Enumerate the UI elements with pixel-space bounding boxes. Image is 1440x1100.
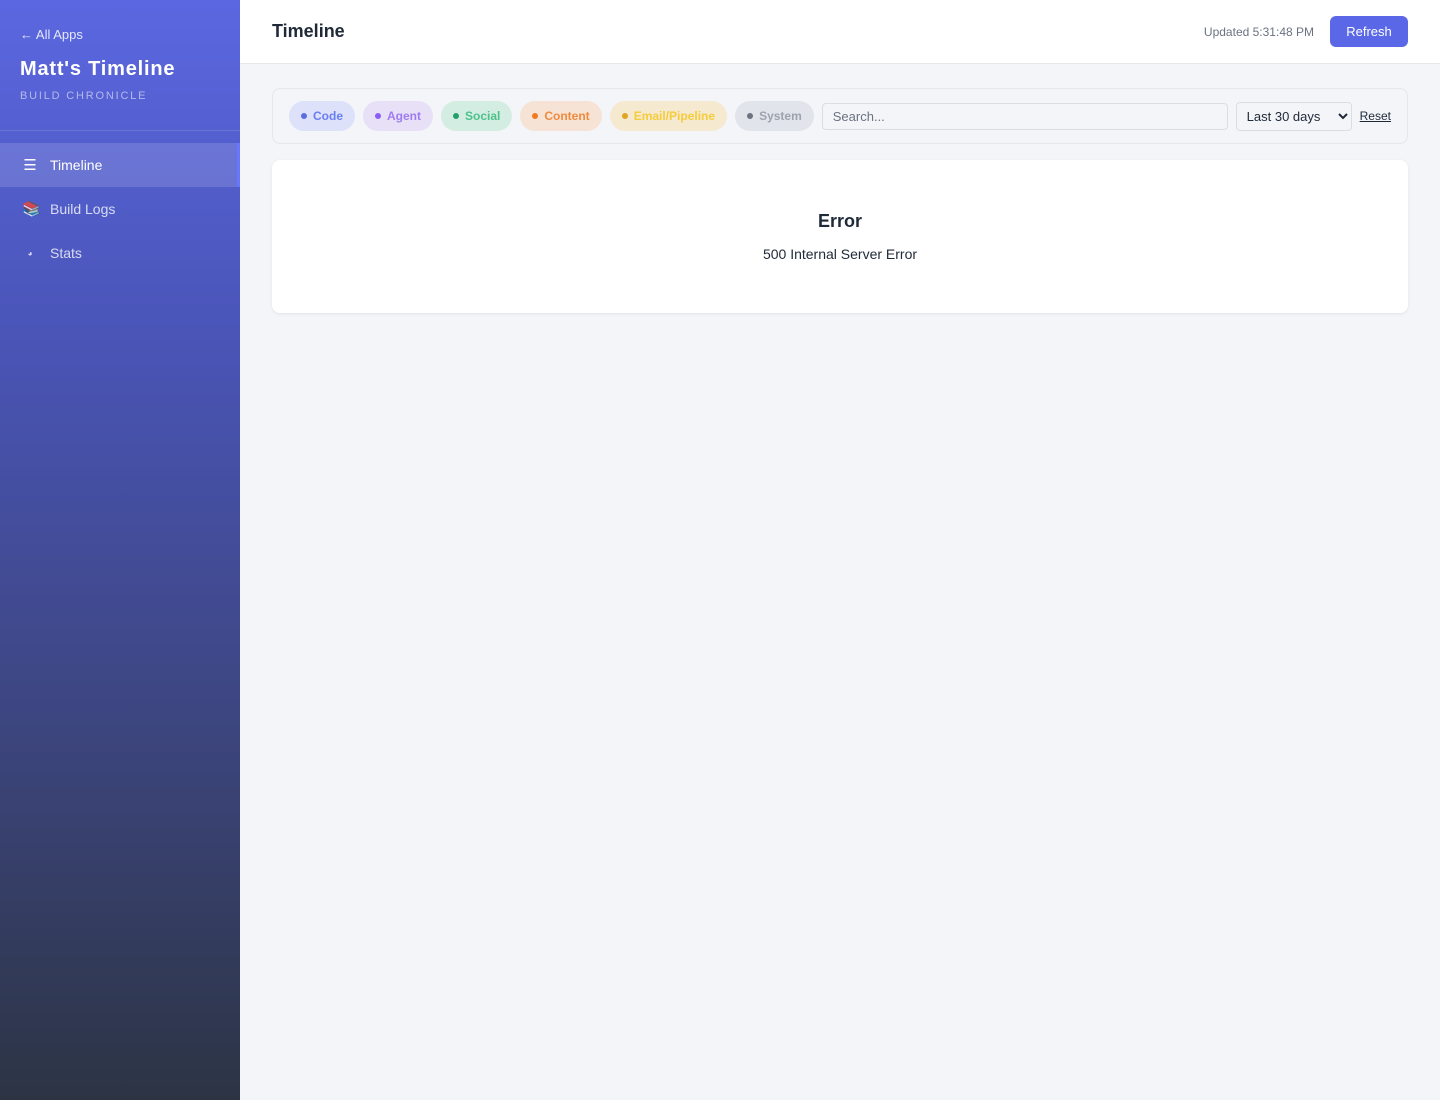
system-dot-icon: [747, 113, 754, 119]
error-message: 500 Internal Server Error: [762, 246, 918, 262]
sidebar-item-label: Timeline: [50, 157, 103, 173]
content-dot-icon: [532, 113, 539, 119]
chip-label: Agent: [387, 109, 421, 123]
filter-chip-email-pipeline[interactable]: Email/Pipeline: [609, 101, 728, 131]
app-title: Matt's Timeline: [20, 58, 176, 80]
agent-dot-icon: [375, 113, 381, 119]
page-title: Timeline: [272, 21, 345, 41]
chip-label: Code: [313, 109, 343, 123]
search-input[interactable]: [821, 102, 1228, 130]
sidebar-item-label: Build Logs: [50, 201, 116, 217]
chip-label: Content: [544, 109, 590, 123]
sidebar-item-build-logs[interactable]: 📚 Build Logs: [0, 187, 240, 231]
error-card: Error 500 Internal Server Error: [272, 160, 1408, 313]
pie-chart-icon: ◕: [27, 248, 33, 258]
code-dot-icon: [301, 113, 307, 119]
error-title: Error: [817, 211, 862, 231]
chip-label: System: [759, 109, 802, 123]
social-dot-icon: [453, 113, 459, 119]
sidebar: ← All Apps Matt's Timeline BUILD CHRONIC…: [0, 0, 240, 1100]
filter-bar: Code Agent Social Content Email/Pipeline…: [272, 88, 1408, 144]
chip-label: Email/Pipeline: [633, 109, 716, 123]
chip-label: Social: [465, 109, 501, 123]
filter-chip-agent[interactable]: Agent: [363, 101, 433, 131]
last-updated-text: Updated 5:31:48 PM: [1203, 25, 1314, 39]
books-icon: 📚: [22, 201, 41, 218]
sidebar-brand: ← All Apps Matt's Timeline BUILD CHRONIC…: [0, 0, 240, 131]
refresh-button[interactable]: Refresh: [1330, 16, 1408, 47]
list-icon: ☰: [23, 157, 37, 174]
all-apps-link[interactable]: ← All Apps: [20, 27, 83, 42]
filter-chip-social[interactable]: Social: [441, 101, 513, 131]
sidebar-item-stats[interactable]: ◕ Stats: [0, 231, 240, 275]
email-pipeline-dot-icon: [621, 113, 628, 119]
filter-chip-system[interactable]: System: [735, 101, 814, 131]
reset-link[interactable]: Reset: [1360, 109, 1391, 123]
filter-chip-code[interactable]: Code: [289, 101, 355, 131]
date-range-select[interactable]: Last 30 days: [1235, 101, 1352, 131]
filter-chip-content[interactable]: Content: [520, 101, 602, 131]
app-subtitle: BUILD CHRONICLE: [20, 90, 148, 102]
sidebar-item-timeline[interactable]: ☰ Timeline: [0, 143, 240, 187]
sidebar-item-label: Stats: [50, 245, 82, 261]
sidebar-nav: ☰ Timeline 📚 Build Logs ◕ Stats: [0, 143, 240, 275]
top-header: Timeline Updated 5:31:48 PM Refresh: [240, 0, 1440, 64]
